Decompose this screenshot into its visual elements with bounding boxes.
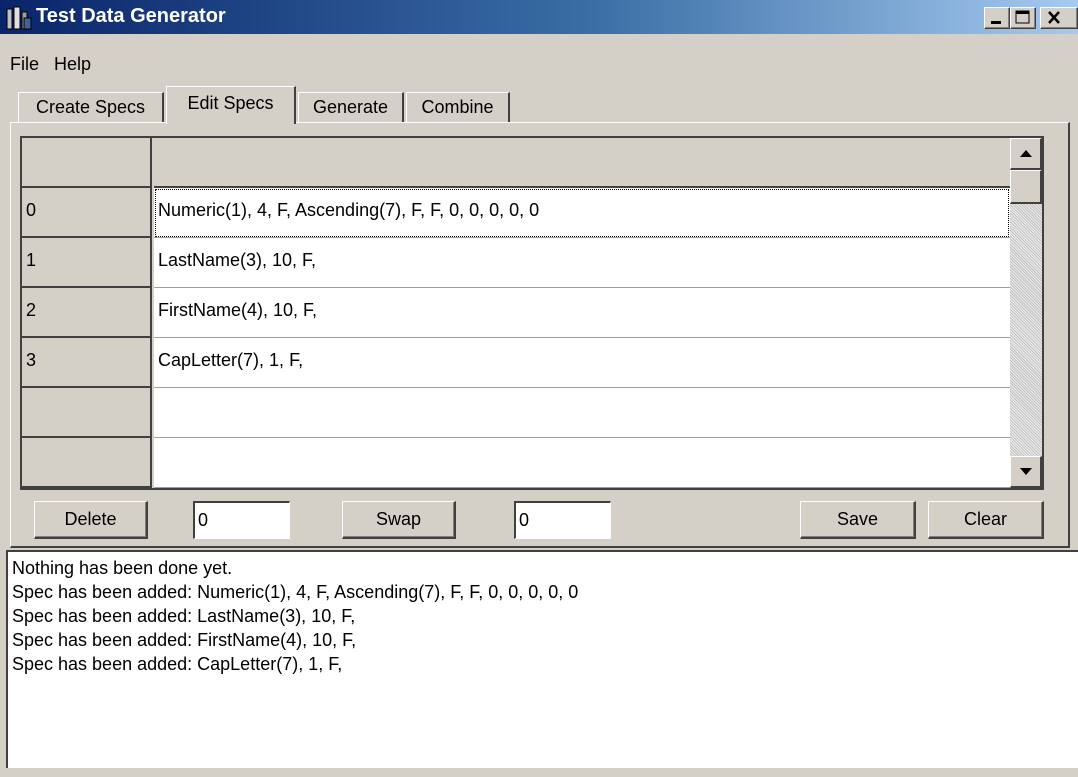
row-header[interactable] <box>22 438 152 488</box>
scroll-up-button[interactable] <box>1010 138 1042 170</box>
down-arrow-icon <box>1020 468 1032 475</box>
row-header[interactable] <box>22 388 152 438</box>
maximize-button[interactable] <box>1010 7 1036 29</box>
log-line: Spec has been added: CapLetter(7), 1, F, <box>12 654 343 674</box>
up-arrow-icon <box>1020 150 1032 157</box>
minimize-button[interactable] <box>984 7 1010 29</box>
app-window: Test Data Generator File Help Create Spe… <box>0 0 1078 777</box>
menu-help[interactable]: Help <box>54 54 91 75</box>
delete-button[interactable]: Delete <box>34 501 148 539</box>
title-bar[interactable]: Test Data Generator <box>0 0 1078 34</box>
tab-create-specs[interactable]: Create Specs <box>18 92 164 122</box>
row-header[interactable]: 0 <box>22 188 152 238</box>
vertical-scrollbar[interactable] <box>1010 138 1042 488</box>
row-header[interactable]: 2 <box>22 288 152 338</box>
clear-button[interactable]: Clear <box>928 501 1044 539</box>
grid-cell[interactable]: LastName(3), 10, F, <box>154 238 1010 288</box>
log-output[interactable]: Nothing has been done yet. Spec has been… <box>6 550 1078 768</box>
scroll-thumb[interactable] <box>1010 170 1042 204</box>
log-line: Spec has been added: LastName(3), 10, F, <box>12 606 356 626</box>
close-button[interactable] <box>1040 7 1078 29</box>
window-bottom-edge <box>0 768 1078 777</box>
grid-cell[interactable]: Numeric(1), 4, F, Ascending(7), F, F, 0,… <box>154 188 1010 238</box>
swap-index-field[interactable]: 0 <box>514 501 611 539</box>
scroll-down-button[interactable] <box>1010 456 1042 488</box>
tab-combine[interactable]: Combine <box>406 92 510 122</box>
grid-corner-cell <box>22 138 152 188</box>
spec-grid[interactable]: 0 Numeric(1), 4, F, Ascending(7), F, F, … <box>20 136 1044 490</box>
grid-cell[interactable] <box>154 388 1010 438</box>
row-header[interactable]: 3 <box>22 338 152 388</box>
tab-generate[interactable]: Generate <box>298 92 404 122</box>
row-header[interactable]: 1 <box>22 238 152 288</box>
delete-index-field[interactable]: 0 <box>193 501 290 539</box>
log-line: Spec has been added: FirstName(4), 10, F… <box>12 630 357 650</box>
swap-button[interactable]: Swap <box>342 501 456 539</box>
tab-edit-specs[interactable]: Edit Specs <box>166 86 296 124</box>
log-line: Spec has been added: Numeric(1), 4, F, A… <box>12 582 579 602</box>
grid-cell[interactable]: CapLetter(7), 1, F, <box>154 338 1010 388</box>
window-title: Test Data Generator <box>36 5 226 27</box>
grid-cell[interactable]: FirstName(4), 10, F, <box>154 288 1010 338</box>
app-icon <box>6 6 32 30</box>
menu-file[interactable]: File <box>10 54 39 75</box>
grid-cell[interactable] <box>154 438 1010 488</box>
menu-bar <box>0 34 1078 64</box>
grid-column-header[interactable] <box>154 138 1010 188</box>
log-line: Nothing has been done yet. <box>12 558 233 578</box>
save-button[interactable]: Save <box>800 501 916 539</box>
